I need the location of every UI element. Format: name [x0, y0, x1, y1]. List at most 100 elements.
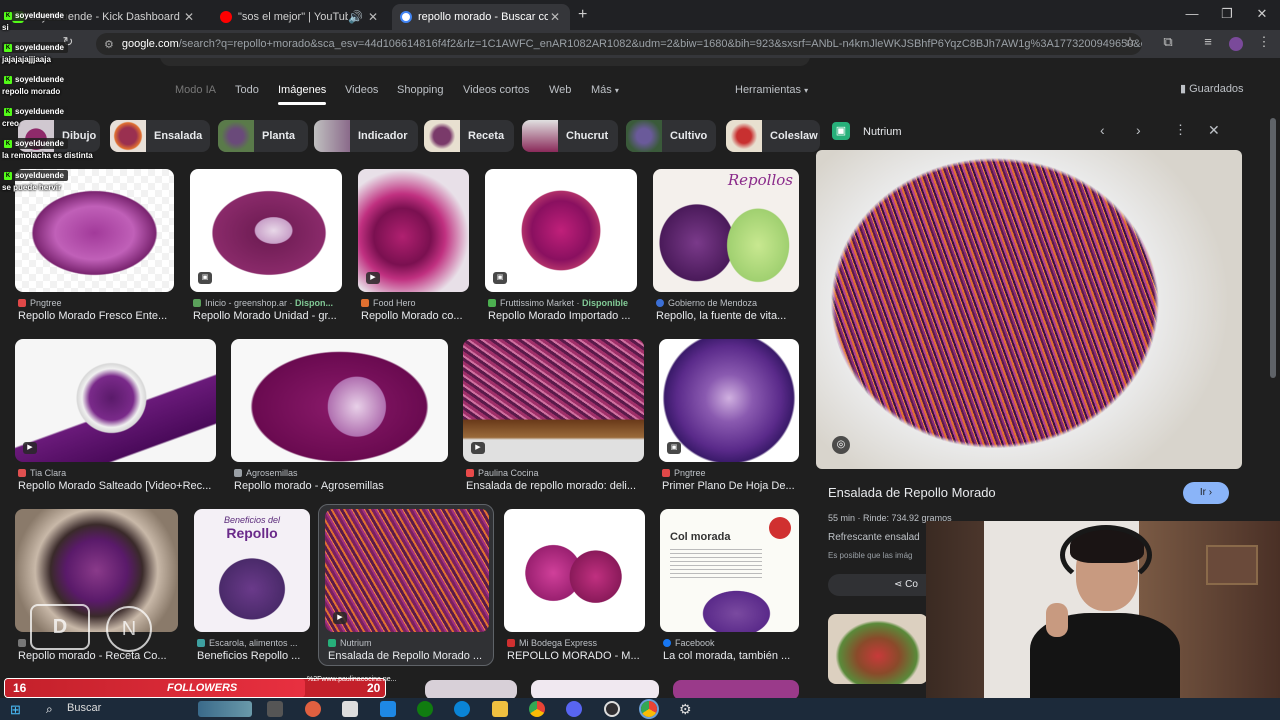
close-panel-icon[interactable]: ✕ — [1208, 122, 1220, 139]
chip-chucrut[interactable]: Chucrut — [522, 120, 618, 152]
tab-youtube[interactable]: "sos el mejor" | YouTube M 🔊 ✕ — [212, 4, 388, 30]
result-image[interactable]: Repollos — [653, 169, 799, 292]
close-window-icon[interactable]: ✕ — [1252, 6, 1272, 22]
tab-videos[interactable]: Videos — [345, 84, 378, 96]
taskbar-search-icon[interactable]: ⌕ — [46, 702, 53, 717]
previous-icon[interactable]: ‹ — [1100, 122, 1105, 138]
tab-imagenes[interactable]: Imágenes — [278, 84, 327, 105]
image-badge-icon: ▣ — [198, 272, 212, 284]
result-source: Food Hero — [361, 298, 469, 308]
tab-strip: soyelduende - Kick Dashboard ✕ "sos el m… — [0, 0, 1280, 30]
search-box[interactable] — [160, 58, 810, 66]
result-image[interactable]: ▶ — [15, 339, 216, 462]
chip-receta[interactable]: Receta — [424, 120, 514, 152]
chat-username: Ksoyelduende — [2, 170, 68, 181]
chip-coleslaw[interactable]: Coleslaw — [726, 120, 820, 152]
profile-avatar[interactable] — [1229, 37, 1243, 51]
result-title[interactable]: Ensalada de repollo morado: deli... — [466, 480, 644, 492]
restore-icon[interactable]: ❐ — [1217, 6, 1237, 22]
tab-modo-ia[interactable]: Modo IA — [175, 84, 216, 96]
audio-icon[interactable]: 🔊 — [348, 10, 363, 24]
result-title[interactable]: Ensalada de Repollo Morado ... — [328, 650, 488, 662]
tools-button[interactable]: Herramientas ▾ — [735, 84, 808, 96]
chat-message: la remolacha es distinta — [2, 151, 93, 160]
result-image[interactable]: ▣ — [659, 339, 799, 462]
result-title[interactable]: Repollo morado - Agrosemillas — [234, 480, 448, 492]
result-source: Tia Clara — [18, 468, 216, 478]
result-title[interactable]: Repollo Morado Unidad - gr... — [193, 310, 343, 322]
result-title[interactable]: REPOLLO MORADO - M... — [507, 650, 645, 662]
result-image[interactable]: ▣ — [485, 169, 637, 292]
mail-icon[interactable] — [380, 701, 396, 717]
close-tab-icon[interactable]: ✕ — [548, 10, 562, 24]
result-image[interactable] — [531, 680, 659, 698]
discord-icon[interactable] — [566, 701, 582, 717]
result-image[interactable] — [425, 680, 517, 698]
result-image[interactable] — [231, 339, 448, 462]
task-view-icon[interactable] — [267, 701, 283, 717]
chip-ensalada[interactable]: Ensalada — [110, 120, 210, 152]
widget-icon[interactable] — [198, 701, 252, 717]
tab-mas[interactable]: Más ▾ — [591, 84, 619, 96]
file-explorer-icon[interactable] — [492, 701, 508, 717]
tab-google-search[interactable]: repollo morado - Buscar con G ✕ — [392, 4, 570, 30]
media-icon[interactable]: ≡ — [1200, 34, 1216, 52]
close-tab-icon[interactable]: ✕ — [182, 10, 196, 24]
chip-planta[interactable]: Planta — [218, 120, 308, 152]
result-image[interactable]: ▶ — [358, 169, 469, 292]
settings-gear-icon[interactable]: ⚙ — [679, 701, 692, 718]
kick-badge-icon: K — [4, 43, 12, 52]
result-title[interactable]: Beneficios Repollo ... — [197, 650, 311, 662]
result-title[interactable]: Repollo morado - Receta Co... — [18, 650, 178, 662]
result-title[interactable]: Repollo Morado co... — [361, 310, 469, 322]
tab-shopping[interactable]: Shopping — [397, 84, 444, 96]
windows-start-icon[interactable]: ⊞ — [10, 702, 21, 718]
chip-cultivo[interactable]: Cultivo — [626, 120, 716, 152]
preview-image[interactable]: ◎ — [816, 150, 1242, 469]
result-title[interactable]: La col morada, también ... — [663, 650, 799, 662]
visit-button[interactable]: Ir › — [1183, 482, 1229, 504]
new-tab-icon[interactable]: + — [578, 6, 587, 24]
chrome-active-icon[interactable] — [641, 701, 657, 717]
lens-search-icon[interactable]: ◎ — [832, 436, 850, 454]
bookmark-star-icon[interactable]: ☆ — [1122, 34, 1138, 52]
result-image[interactable]: ▣ — [190, 169, 342, 292]
scrollbar[interactable] — [1270, 118, 1276, 378]
result-title[interactable]: Repollo Morado Importado ... — [488, 310, 638, 322]
chip-indicador[interactable]: Indicador — [314, 120, 418, 152]
result-title[interactable]: Repollo Morado Fresco Ente... — [18, 310, 174, 322]
tab-videos-cortos[interactable]: Videos cortos — [463, 84, 529, 96]
result-image[interactable] — [504, 509, 645, 632]
tab-web[interactable]: Web — [549, 84, 571, 96]
panel-title[interactable]: Ensalada de Repollo Morado — [828, 485, 996, 500]
address-bar[interactable]: ⚙ google.com/search?q=repollo+morado&sca… — [96, 33, 1142, 55]
result-title[interactable]: Repollo, la fuente de vita... — [656, 310, 800, 322]
more-options-icon[interactable]: ⋮ — [1174, 122, 1187, 138]
extensions-icon[interactable]: ⧉ — [1160, 34, 1176, 52]
chrome-icon[interactable] — [529, 701, 545, 717]
result-title[interactable]: Primer Plano De Hoja De... — [662, 480, 800, 492]
site-info-icon[interactable]: ⚙ — [104, 38, 114, 51]
obs-icon[interactable] — [604, 701, 620, 717]
chat-username: Ksoyelduende — [2, 106, 68, 117]
panel-source[interactable]: Nutrium — [863, 126, 902, 138]
kick-badge-icon: K — [4, 11, 12, 20]
close-tab-icon[interactable]: ✕ — [366, 10, 380, 24]
edge-icon[interactable] — [454, 701, 470, 717]
result-title[interactable]: Repollo Morado Salteado [Video+Rec... — [18, 480, 216, 492]
result-image[interactable]: Col morada — [660, 509, 799, 632]
copilot-icon[interactable] — [305, 701, 321, 717]
result-image[interactable]: Beneficios del Repollo — [194, 509, 310, 632]
minimize-icon[interactable]: — — [1182, 6, 1202, 21]
xbox-icon[interactable] — [417, 701, 433, 717]
related-image[interactable] — [828, 614, 928, 684]
store-icon[interactable] — [342, 701, 358, 717]
result-image[interactable]: ▶ — [325, 509, 489, 632]
menu-icon[interactable]: ⋮ — [1256, 34, 1272, 52]
result-image[interactable] — [673, 680, 799, 698]
result-image[interactable]: ▶ — [463, 339, 644, 462]
next-icon[interactable]: › — [1136, 122, 1141, 138]
webcam-feed — [926, 521, 1280, 698]
taskbar-search[interactable]: Buscar — [67, 702, 101, 714]
tab-todo[interactable]: Todo — [235, 84, 259, 96]
